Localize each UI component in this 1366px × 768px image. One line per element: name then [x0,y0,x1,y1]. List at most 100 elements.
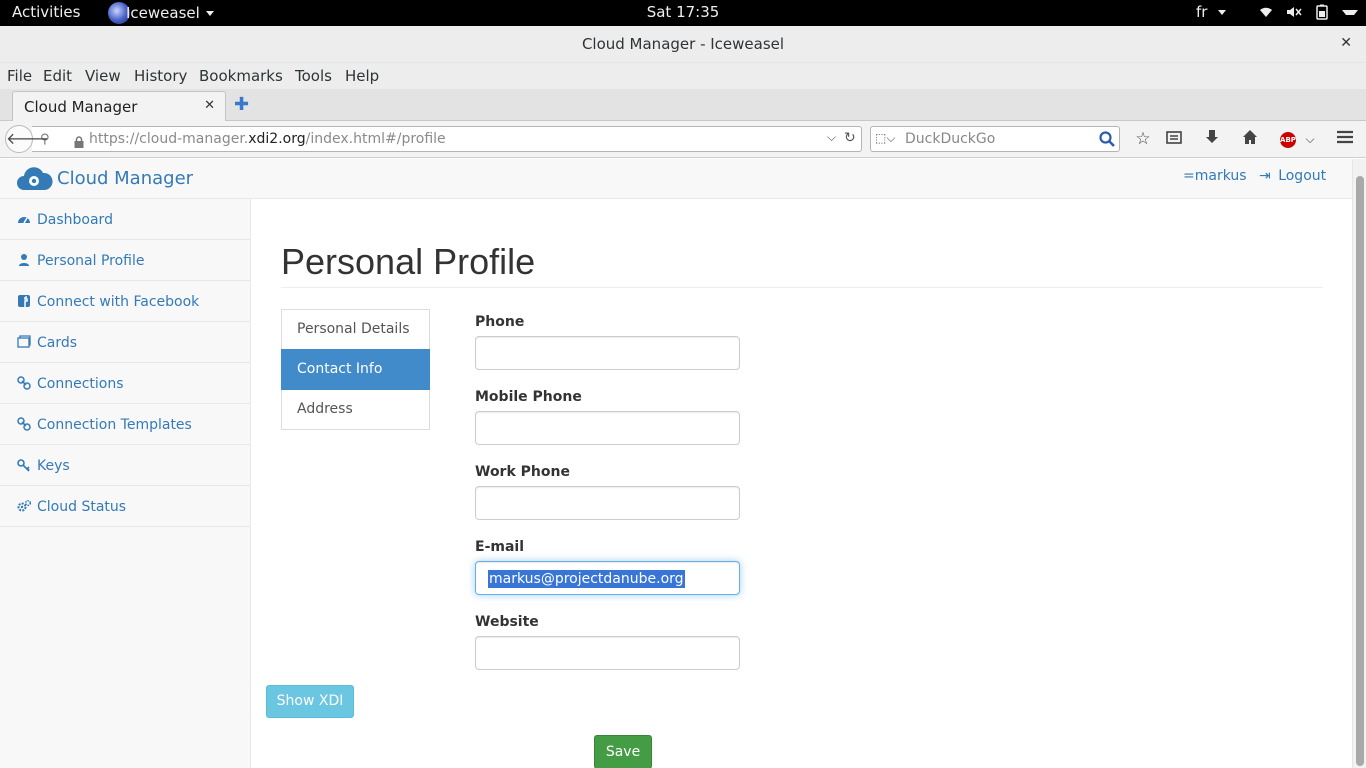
subnav-label: Address [297,401,353,417]
chevron-down-icon [1342,10,1358,26]
search-go-icon[interactable] [1097,129,1117,149]
phone-field[interactable] [475,336,740,370]
main-panel: Personal Profile Personal Details Contac… [251,199,1352,768]
sidebar-item-cloud-status[interactable]: Cloud Status [0,486,250,527]
email-label: E-mail [475,539,525,555]
sidebar-item-label: Connections [37,376,124,392]
email-field[interactable]: markus@projectdanube.org [475,561,740,595]
app-header: Cloud Manager =markus ⇥ Logout [0,159,1352,199]
sidebar-item-label: Connection Templates [37,417,192,433]
sidebar-item-label: Cards [37,335,78,351]
user-icon [19,254,29,266]
cloud-gear-icon [17,167,53,190]
adblock-dropdown-icon[interactable]: ⌵ [1300,129,1320,149]
sidebar-item-connections[interactable]: Connections [0,363,250,404]
menu-tools[interactable]: Tools [295,67,332,85]
brand-link[interactable]: Cloud Manager [15,164,193,192]
mobile-phone-field[interactable] [475,411,740,445]
menu-help[interactable]: Help [345,67,379,85]
home-icon[interactable] [1240,129,1260,149]
back-button[interactable]: 🡐 [5,125,49,153]
app-menu-label: Iceweasel [126,4,200,22]
bookmark-star-icon[interactable]: ☆ [1133,129,1153,149]
navigation-toolbar: ⚲ https://cloud-manager.xdi2.org/index.h… [0,121,1366,158]
subnav-label: Contact Info [297,361,383,377]
tab-cloud-manager[interactable]: Cloud Manager ✕ [12,91,226,122]
title-divider [281,287,1323,288]
battery-icon [1314,4,1330,20]
website-field[interactable] [475,636,740,670]
work-phone-field[interactable] [475,486,740,520]
sidebar-item-connect-facebook[interactable]: Connect with Facebook [0,281,250,322]
url-bar[interactable]: ⚲ https://cloud-manager.xdi2.org/index.h… [32,126,862,152]
activities-button[interactable]: Activities [12,3,80,21]
brand-label: Cloud Manager [57,167,194,189]
sidebar-item-dashboard[interactable]: Dashboard [0,199,250,240]
sidebar-item-connection-templates[interactable]: Connection Templates [0,404,250,445]
chevron-down-icon [1218,10,1227,15]
back-arrow-icon: 🡐 [6,129,49,148]
url-text: https://cloud-manager.xdi2.org/index.htm… [89,131,446,147]
logout-label: Logout [1278,168,1327,184]
lock-icon [74,133,84,148]
menu-bookmarks[interactable]: Bookmarks [199,67,283,85]
sidebar-item-cards[interactable]: Cards [0,322,250,363]
scrollbar-thumb[interactable] [1356,176,1364,766]
reading-list-icon[interactable] [1164,129,1184,149]
sidebar-item-label: Keys [37,458,70,474]
menu-file[interactable]: File [7,67,32,85]
cogs-icon [17,499,31,512]
system-tray[interactable] [1258,4,1358,26]
wifi-icon [1258,4,1274,20]
new-tab-icon[interactable]: ✚ [234,94,252,115]
subnav-address[interactable]: Address [281,389,430,430]
search-bar[interactable]: ⬚⌵ [870,126,1120,152]
phone-label: Phone [475,314,525,330]
search-engine-selector-icon[interactable]: ⬚⌵ [875,131,895,146]
subnav-personal-details[interactable]: Personal Details [281,309,430,350]
tab-bar: Cloud Manager ✕ ✚ [0,89,1366,122]
show-xdi-button[interactable]: Show XDI [266,685,354,718]
keyboard-layout-label: fr [1196,3,1208,21]
app-menu[interactable]: Iceweasel [108,0,214,26]
menu-bar: File Edit View History Bookmarks Tools H… [0,63,1366,89]
menu-edit[interactable]: Edit [43,67,72,85]
tab-label: Cloud Manager [24,98,138,116]
reload-icon[interactable]: ↻ [844,130,856,146]
hamburger-menu-icon[interactable] [1335,129,1355,149]
subnav-contact-info[interactable]: Contact Info [281,349,430,390]
tab-close-icon[interactable]: ✕ [204,98,215,113]
sidebar-item-label: Personal Profile [37,253,145,269]
system-top-bar: Activities Iceweasel Sat 17:35 fr [0,0,1366,26]
window-title-bar: Cloud Manager - Iceweasel ✕ [0,26,1366,63]
email-value-selected: markus@projectdanube.org [488,570,685,588]
user-link[interactable]: =markus [1183,168,1247,184]
logout-link[interactable]: ⇥ Logout [1259,168,1326,184]
chevron-down-icon [205,10,214,16]
vertical-scrollbar[interactable] [1352,159,1366,768]
url-history-dropdown-icon[interactable]: ⌵ [827,130,836,145]
volume-muted-icon [1286,4,1302,20]
sidebar-item-keys[interactable]: Keys [0,445,250,486]
logout-icon: ⇥ [1259,168,1271,184]
mobile-phone-label: Mobile Phone [475,389,582,405]
dashboard-icon [18,217,30,224]
downloads-icon[interactable] [1202,129,1222,149]
link-icon [17,376,31,390]
page-content: Cloud Manager =markus ⇥ Logout Dashboard… [0,159,1352,768]
key-icon [17,459,30,472]
adblock-plus-icon[interactable]: ABP [1280,132,1296,148]
sidebar-item-label: Dashboard [37,212,113,228]
card-icon [17,335,31,348]
window-close-icon[interactable]: ✕ [1340,35,1352,51]
menu-view[interactable]: View [85,67,121,85]
menu-history[interactable]: History [134,67,187,85]
search-input[interactable] [905,129,1095,149]
sidebar-item-personal-profile[interactable]: Personal Profile [0,240,250,281]
save-button[interactable]: Save [594,735,652,768]
link-icon [17,417,31,431]
keyboard-layout-menu[interactable]: fr [1196,3,1227,21]
page-title: Personal Profile [281,241,536,282]
facebook-icon [18,295,30,307]
window-title: Cloud Manager - Iceweasel [581,35,785,53]
